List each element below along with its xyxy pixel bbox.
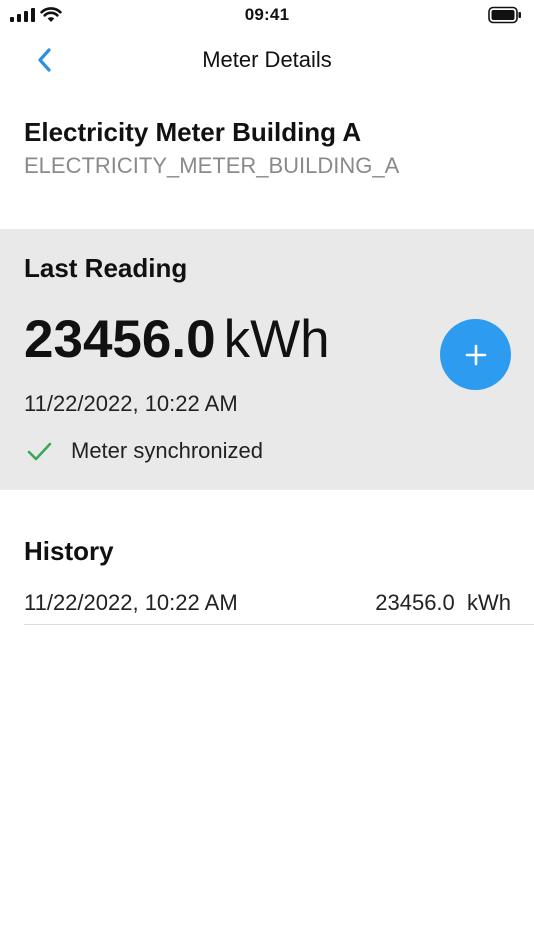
history-row-value: 23456.0 kWh bbox=[375, 590, 511, 615]
last-reading-date: 11/22/2022, 10:22 AM bbox=[24, 391, 238, 416]
navigation-bar: Meter Details bbox=[0, 36, 534, 84]
history-heading: History bbox=[24, 536, 114, 566]
last-reading-value-row: 23456.0 kWh bbox=[24, 309, 330, 371]
meter-header: Electricity Meter Building A ELECTRICITY… bbox=[24, 114, 514, 181]
page-title: Meter Details bbox=[202, 47, 332, 72]
last-reading-value: 23456.0 bbox=[24, 310, 216, 369]
last-reading-panel: Last Reading 23456.0 kWh 11/22/2022, 10:2… bbox=[0, 229, 534, 490]
meter-id: ELECTRICITY_METER_BUILDING_A bbox=[24, 153, 400, 178]
meter-name: Electricity Meter Building A bbox=[24, 117, 362, 147]
check-icon bbox=[27, 442, 52, 461]
add-reading-button[interactable] bbox=[440, 319, 511, 390]
last-reading-unit: kWh bbox=[223, 310, 330, 369]
plus-icon bbox=[465, 344, 486, 365]
last-reading-heading: Last Reading bbox=[24, 253, 188, 283]
history-row[interactable]: 11/22/2022, 10:22 AM 23456.0 kWh bbox=[24, 582, 534, 625]
battery-icon bbox=[488, 6, 521, 24]
sync-status-label: Meter synchronized bbox=[71, 438, 263, 463]
status-time: 09:41 bbox=[244, 5, 290, 24]
history-row-date: 11/22/2022, 10:22 AM bbox=[24, 590, 238, 615]
meter-details-screen: 09:41 Meter Details Electricity Meter Bu… bbox=[0, 0, 534, 950]
sync-status: Meter synchronized bbox=[24, 436, 263, 466]
status-bar: 09:41 bbox=[0, 0, 534, 32]
